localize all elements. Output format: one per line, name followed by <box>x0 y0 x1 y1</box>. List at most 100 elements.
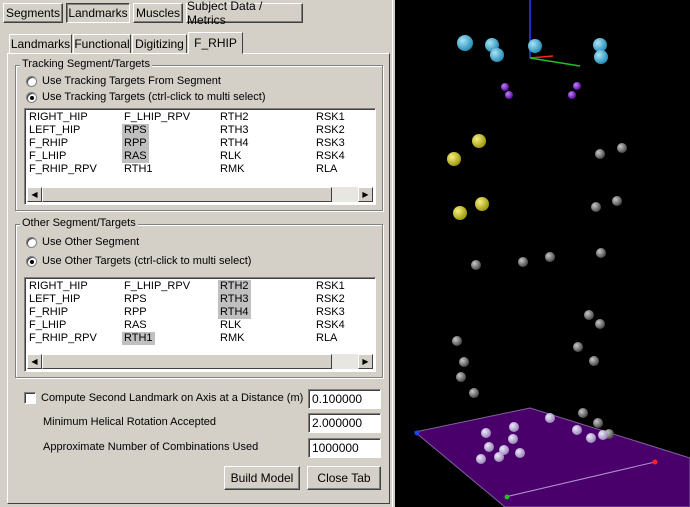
marker-gray[interactable] <box>589 356 599 366</box>
tab-landmarks[interactable]: Landmarks <box>66 3 130 23</box>
marker-gray[interactable] <box>593 418 603 428</box>
radio-other-targets[interactable]: Use Other Targets (ctrl-click to multi s… <box>26 255 251 267</box>
marker-yellow[interactable] <box>472 134 486 148</box>
marker-gray[interactable] <box>595 149 605 159</box>
subtab-functional[interactable]: Functional <box>73 34 131 54</box>
marker-gray[interactable] <box>459 357 469 367</box>
list-item[interactable]: RLK <box>218 150 243 163</box>
list-item-selected[interactable]: RTH4 <box>218 306 251 319</box>
marker-gray[interactable] <box>578 408 588 418</box>
list-item[interactable]: RTH4 <box>218 137 251 150</box>
list-item-selected[interactable]: RTH1 <box>122 332 155 345</box>
marker-gray[interactable] <box>591 202 601 212</box>
list-item[interactable]: RSK3 <box>314 137 347 150</box>
list-item[interactable]: RMK <box>218 163 246 176</box>
marker-gray[interactable] <box>471 260 481 270</box>
list-item-selected[interactable]: RPS <box>122 124 149 137</box>
marker-cyan[interactable] <box>528 39 542 53</box>
list-item[interactable]: RLA <box>314 163 339 176</box>
list-item[interactable]: RLK <box>218 319 243 332</box>
marker-gray[interactable] <box>452 336 462 346</box>
radio-tracking-targets[interactable]: Use Tracking Targets (ctrl-click to mult… <box>26 91 266 103</box>
list-item[interactable]: F_RHIP <box>27 306 70 319</box>
horizontal-scrollbar[interactable]: ◀ ▶ <box>27 354 373 369</box>
list-item[interactable]: RTH3 <box>218 124 251 137</box>
list-item[interactable]: RIGHT_HIP <box>27 111 90 124</box>
build-model-button[interactable]: Build Model <box>224 466 300 490</box>
marker-yellow[interactable] <box>475 197 489 211</box>
list-item[interactable]: F_LHIP_RPV <box>122 280 192 293</box>
tab-subject-data-metrics[interactable]: Subject Data / Metrics <box>186 0 303 27</box>
3d-viewport[interactable] <box>395 0 690 507</box>
close-tab-button[interactable]: Close Tab <box>307 466 381 490</box>
marker-cyan[interactable] <box>594 50 608 64</box>
marker-lavender[interactable] <box>509 422 519 432</box>
list-item[interactable]: RPP <box>122 306 149 319</box>
marker-gray[interactable] <box>596 248 606 258</box>
marker-gray[interactable] <box>617 143 627 153</box>
list-item-selected[interactable]: RTH3 <box>218 293 251 306</box>
radio-tracking-from-segment[interactable]: Use Tracking Targets From Segment <box>26 75 221 87</box>
scroll-right-icon[interactable]: ▶ <box>358 354 373 369</box>
list-item[interactable]: RSK1 <box>314 280 347 293</box>
marker-gray[interactable] <box>518 257 528 267</box>
subtab-digitizing[interactable]: Digitizing <box>132 34 187 54</box>
marker-lavender[interactable] <box>508 434 518 444</box>
marker-lavender[interactable] <box>586 433 596 443</box>
marker-purple[interactable] <box>573 82 581 90</box>
tracking-targets-list[interactable]: RIGHT_HIP LEFT_HIP F_RHIP F_LHIP F_RHIP_… <box>24 108 376 205</box>
helical-rotation-input[interactable] <box>308 413 381 433</box>
marker-yellow[interactable] <box>453 206 467 220</box>
marker-lavender[interactable] <box>494 452 504 462</box>
list-item[interactable]: RPS <box>122 293 149 306</box>
marker-lavender[interactable] <box>481 428 491 438</box>
marker-lavender[interactable] <box>572 425 582 435</box>
list-item[interactable]: RTH1 <box>122 163 155 176</box>
marker-purple[interactable] <box>568 91 576 99</box>
list-item[interactable]: F_LHIP <box>27 319 68 332</box>
other-targets-list[interactable]: RIGHT_HIP LEFT_HIP F_RHIP F_LHIP F_RHIP_… <box>24 277 376 372</box>
list-item-selected[interactable]: RPP <box>122 137 149 150</box>
list-item-selected[interactable]: RAS <box>122 150 149 163</box>
marker-purple[interactable] <box>501 83 509 91</box>
list-item[interactable]: RLA <box>314 332 339 345</box>
list-item[interactable]: F_RHIP_RPV <box>27 163 99 176</box>
scroll-left-icon[interactable]: ◀ <box>27 354 42 369</box>
list-item[interactable]: RSK4 <box>314 150 347 163</box>
marker-gray[interactable] <box>584 310 594 320</box>
horizontal-scrollbar[interactable]: ◀ ▶ <box>27 187 373 202</box>
scroll-thumb[interactable] <box>42 354 332 369</box>
subtab-landmarks[interactable]: Landmarks <box>9 34 72 54</box>
radio-other-segment[interactable]: Use Other Segment <box>26 236 139 248</box>
marker-cyan[interactable] <box>457 35 473 51</box>
tab-muscles[interactable]: Muscles <box>133 3 183 23</box>
marker-cyan[interactable] <box>490 48 504 62</box>
marker-yellow[interactable] <box>447 152 461 166</box>
list-item[interactable]: RAS <box>122 319 149 332</box>
scroll-thumb[interactable] <box>42 187 332 202</box>
list-item[interactable]: RIGHT_HIP <box>27 280 90 293</box>
list-item[interactable]: F_LHIP <box>27 150 68 163</box>
marker-cyan[interactable] <box>593 38 607 52</box>
marker-gray[interactable] <box>456 372 466 382</box>
list-item[interactable]: RSK4 <box>314 319 347 332</box>
marker-gray[interactable] <box>573 342 583 352</box>
marker-lavender[interactable] <box>484 442 494 452</box>
marker-gray[interactable] <box>545 252 555 262</box>
list-item[interactable]: F_RHIP_RPV <box>27 332 99 345</box>
tab-segments[interactable]: Segments <box>3 3 63 23</box>
list-item[interactable]: LEFT_HIP <box>27 293 82 306</box>
list-item[interactable]: RSK1 <box>314 111 347 124</box>
scroll-left-icon[interactable]: ◀ <box>27 187 42 202</box>
list-item[interactable]: F_RHIP <box>27 137 70 150</box>
list-item[interactable]: LEFT_HIP <box>27 124 82 137</box>
marker-gray[interactable] <box>595 319 605 329</box>
marker-lavender[interactable] <box>476 454 486 464</box>
list-item-selected[interactable]: RTH2 <box>218 280 251 293</box>
marker-lavender[interactable] <box>545 413 555 423</box>
marker-lavender[interactable] <box>598 430 608 440</box>
marker-purple[interactable] <box>505 91 513 99</box>
list-item[interactable]: RSK3 <box>314 306 347 319</box>
list-item[interactable]: RSK2 <box>314 124 347 137</box>
subtab-f-rhip[interactable]: F_RHIP <box>188 32 243 54</box>
